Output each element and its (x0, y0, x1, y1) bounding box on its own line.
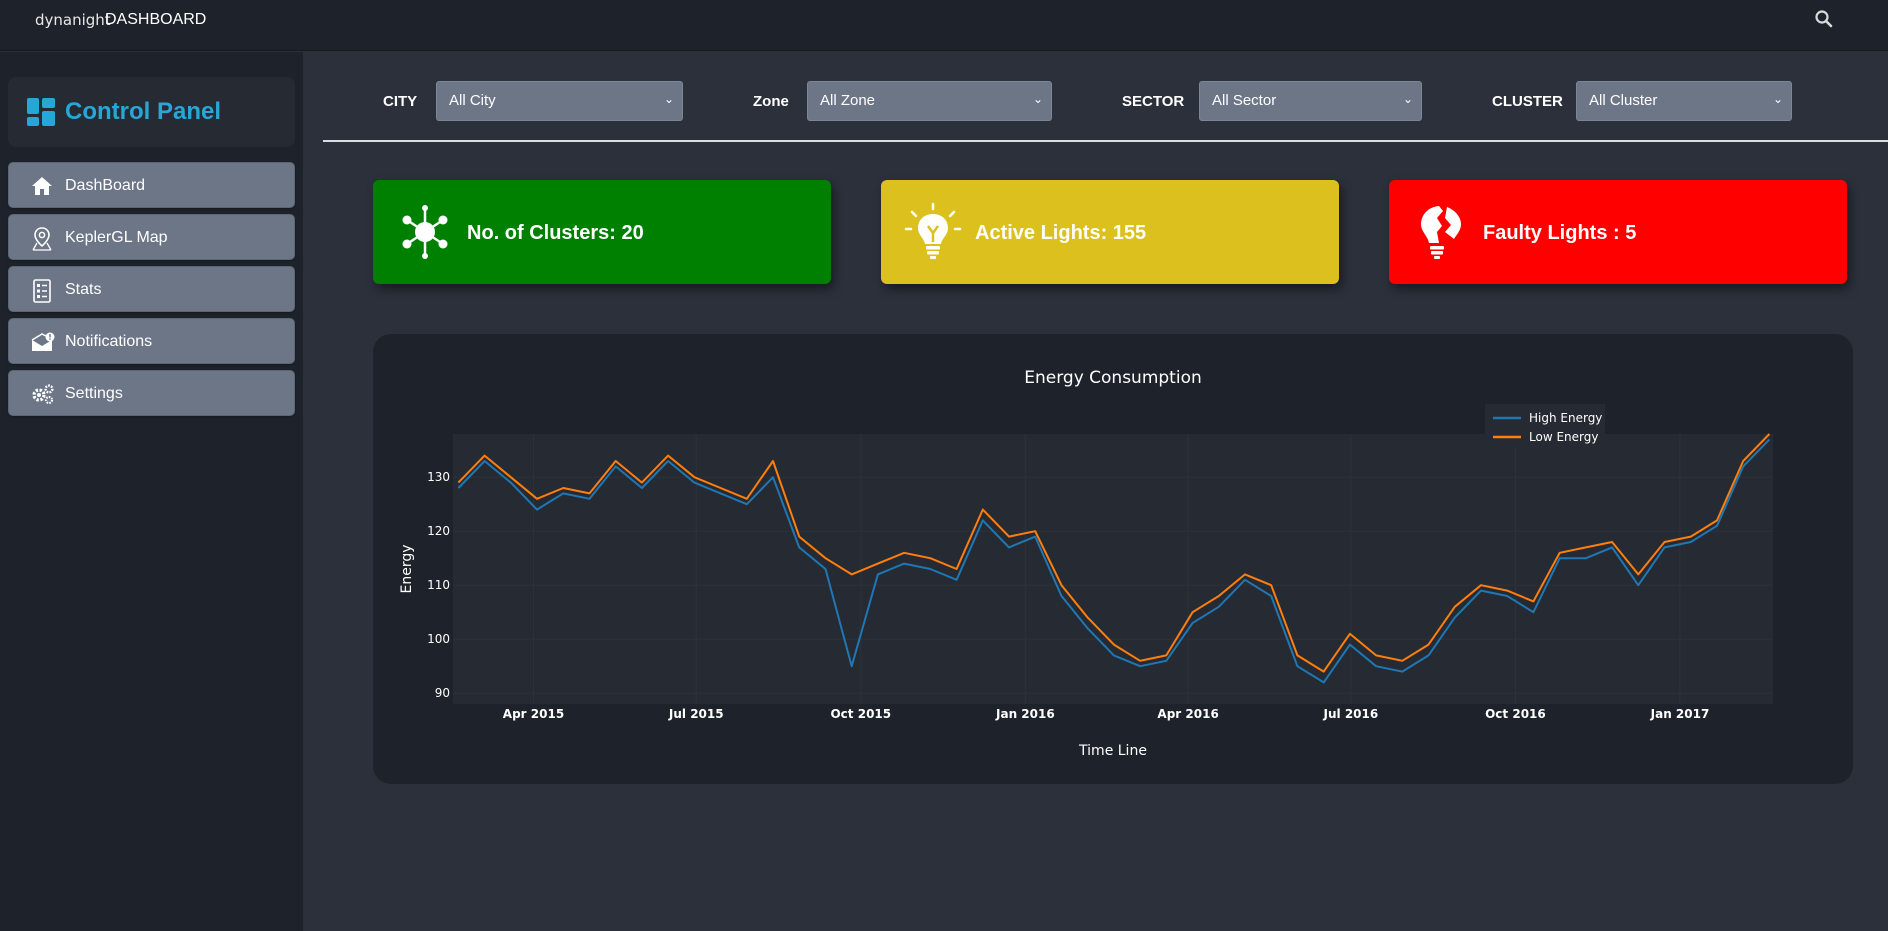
sidebar-item-settings[interactable]: Settings (8, 370, 295, 416)
broken-bulb-icon (1411, 202, 1471, 262)
chevron-down-icon: ⌄ (1032, 92, 1043, 106)
clusters-card: No. of Clusters: 20 (373, 180, 831, 284)
stats-list-icon (31, 279, 53, 303)
sidebar: Control Panel DashBoard KeplerGL Map Sta… (0, 52, 303, 931)
lightbulb-icon (903, 202, 963, 262)
x-tick-label: Jul 2016 (1323, 707, 1379, 721)
dashboard-grid-icon (27, 98, 55, 126)
sidebar-item-label: KeplerGL Map (65, 229, 168, 246)
map-pin-icon (31, 227, 53, 251)
x-tick-label: Oct 2015 (830, 707, 891, 721)
chevron-down-icon: ⌄ (663, 92, 674, 106)
x-tick-label: Jan 2016 (995, 707, 1055, 721)
x-tick-label: Apr 2016 (1157, 707, 1218, 721)
sidebar-item-keplergl-map[interactable]: KeplerGL Map (8, 214, 295, 260)
faulty-lights-card: Faulty Lights : 5 (1389, 180, 1847, 284)
top-bar: dynanight DASHBOARD (0, 0, 1888, 51)
active-lights-count: Active Lights: 155 (975, 222, 1147, 244)
faulty-lights-count: Faulty Lights : 5 (1483, 222, 1637, 244)
energy-chart[interactable]: 90 100 110 120 130 Apr 2015 Jul 2015 Oct 2015 Ja… (373, 334, 1853, 784)
city-label: CITY (383, 93, 418, 110)
y-tick-label: 110 (427, 578, 450, 592)
chevron-down-icon: ⌄ (1402, 92, 1413, 106)
cluster-select-value: All Cluster (1589, 92, 1658, 109)
logo[interactable]: dynanight (35, 11, 111, 29)
energy-chart-card: Energy Consumption 90 100 110 120 130 Apr 201… (373, 334, 1853, 784)
chevron-down-icon: ⌄ (1772, 92, 1783, 106)
y-tick-label: 130 (427, 470, 450, 484)
cluster-select[interactable]: All Cluster ⌄ (1576, 81, 1792, 121)
cluster-label: CLUSTER (1492, 93, 1563, 110)
sidebar-item-notifications[interactable]: Notifications (8, 318, 295, 364)
sidebar-item-label: Settings (65, 385, 123, 402)
active-lights-card: Active Lights: 155 (881, 180, 1339, 284)
search-icon[interactable] (1814, 9, 1838, 33)
x-tick-label: Oct 2016 (1485, 707, 1546, 721)
x-tick-label: Jul 2015 (668, 707, 724, 721)
mail-alert-icon (31, 331, 55, 353)
sector-label: SECTOR (1122, 93, 1185, 110)
y-axis-title: Energy (399, 544, 415, 593)
city-select-value: All City (449, 92, 496, 109)
legend-label: Low Energy (1529, 430, 1598, 444)
sidebar-item-dashboard[interactable]: DashBoard (8, 162, 295, 208)
sidebar-item-label: Stats (65, 281, 102, 298)
y-tick-label: 90 (435, 686, 450, 700)
city-select[interactable]: All City ⌄ (436, 81, 683, 121)
x-tick-label: Apr 2015 (503, 707, 564, 721)
sidebar-item-label: Notifications (65, 333, 153, 350)
control-panel-title: Control Panel (65, 98, 222, 125)
x-tick-label: Jan 2017 (1650, 707, 1710, 721)
control-panel-header: Control Panel (8, 77, 295, 147)
logo-text: dynanight (35, 11, 111, 29)
zone-label: Zone (753, 93, 789, 110)
clusters-count: No. of Clusters: 20 (467, 222, 644, 244)
zone-select[interactable]: All Zone ⌄ (807, 81, 1052, 121)
app-title: DASHBOARD (105, 11, 207, 28)
y-tick-label: 100 (427, 632, 450, 646)
cluster-hub-icon (395, 202, 455, 262)
legend-label: High Energy (1529, 411, 1602, 425)
gears-icon (31, 383, 54, 405)
sector-select[interactable]: All Sector ⌄ (1199, 81, 1422, 121)
sector-select-value: All Sector (1212, 92, 1277, 109)
zone-select-value: All Zone (820, 92, 876, 109)
x-axis-title: Time Line (1078, 743, 1147, 759)
filter-bar: CITY All City ⌄ Zone All Zone ⌄ SECTOR A… (323, 52, 1888, 142)
sidebar-item-label: DashBoard (65, 177, 146, 194)
home-icon (31, 175, 53, 197)
y-tick-label: 120 (427, 524, 450, 538)
sidebar-item-stats[interactable]: Stats (8, 266, 295, 312)
